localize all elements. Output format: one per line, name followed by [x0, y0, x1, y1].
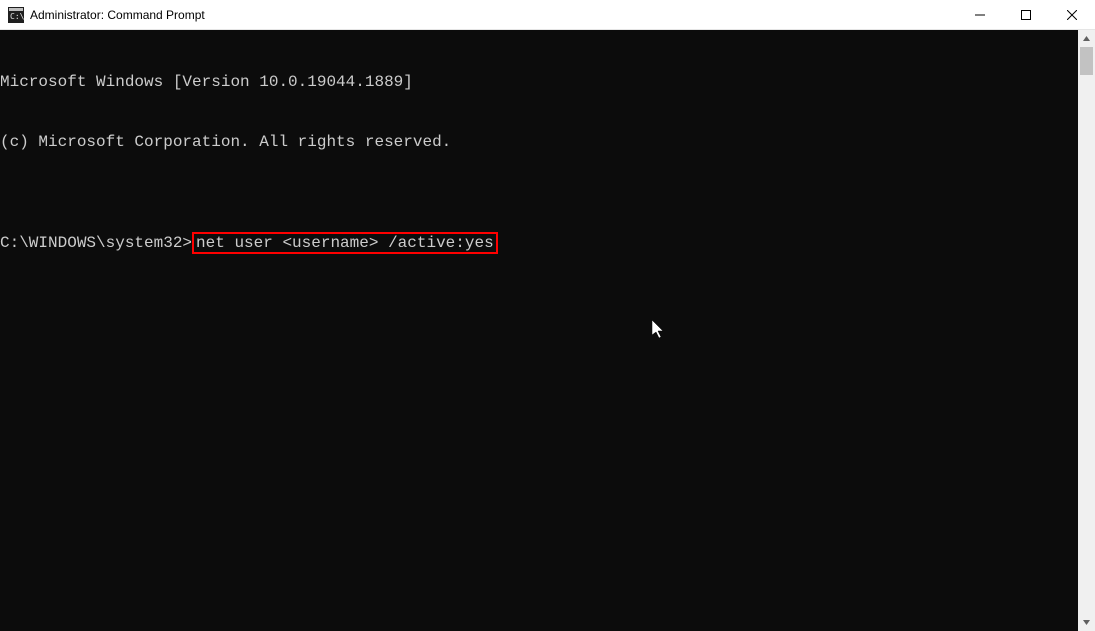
- minimize-button[interactable]: [957, 0, 1003, 30]
- scrollbar-track[interactable]: [1078, 47, 1095, 614]
- window-title: Administrator: Command Prompt: [30, 8, 205, 22]
- scroll-up-button[interactable]: [1078, 30, 1095, 47]
- vertical-scrollbar[interactable]: [1078, 30, 1095, 631]
- titlebar[interactable]: C:\ Administrator: Command Prompt: [0, 0, 1095, 30]
- terminal-line-copyright: (c) Microsoft Corporation. All rights re…: [0, 132, 1078, 152]
- command-text: net user <username> /active:yes: [196, 234, 494, 252]
- terminal-line-command: C:\WINDOWS\system32>net user <username> …: [0, 232, 1078, 254]
- terminal[interactable]: Microsoft Windows [Version 10.0.19044.18…: [0, 30, 1078, 631]
- svg-text:C:\: C:\: [10, 12, 24, 21]
- cmd-icon: C:\: [8, 7, 24, 23]
- command-highlight: net user <username> /active:yes: [192, 232, 498, 254]
- prompt-text: C:\WINDOWS\system32>: [0, 234, 192, 252]
- maximize-button[interactable]: [1003, 0, 1049, 30]
- client-area: Microsoft Windows [Version 10.0.19044.18…: [0, 30, 1095, 631]
- close-button[interactable]: [1049, 0, 1095, 30]
- mouse-cursor-icon: [575, 300, 666, 366]
- terminal-line-version: Microsoft Windows [Version 10.0.19044.18…: [0, 72, 1078, 92]
- window: C:\ Administrator: Command Prompt Micros…: [0, 0, 1095, 631]
- scroll-down-button[interactable]: [1078, 614, 1095, 631]
- scrollbar-thumb[interactable]: [1080, 47, 1093, 75]
